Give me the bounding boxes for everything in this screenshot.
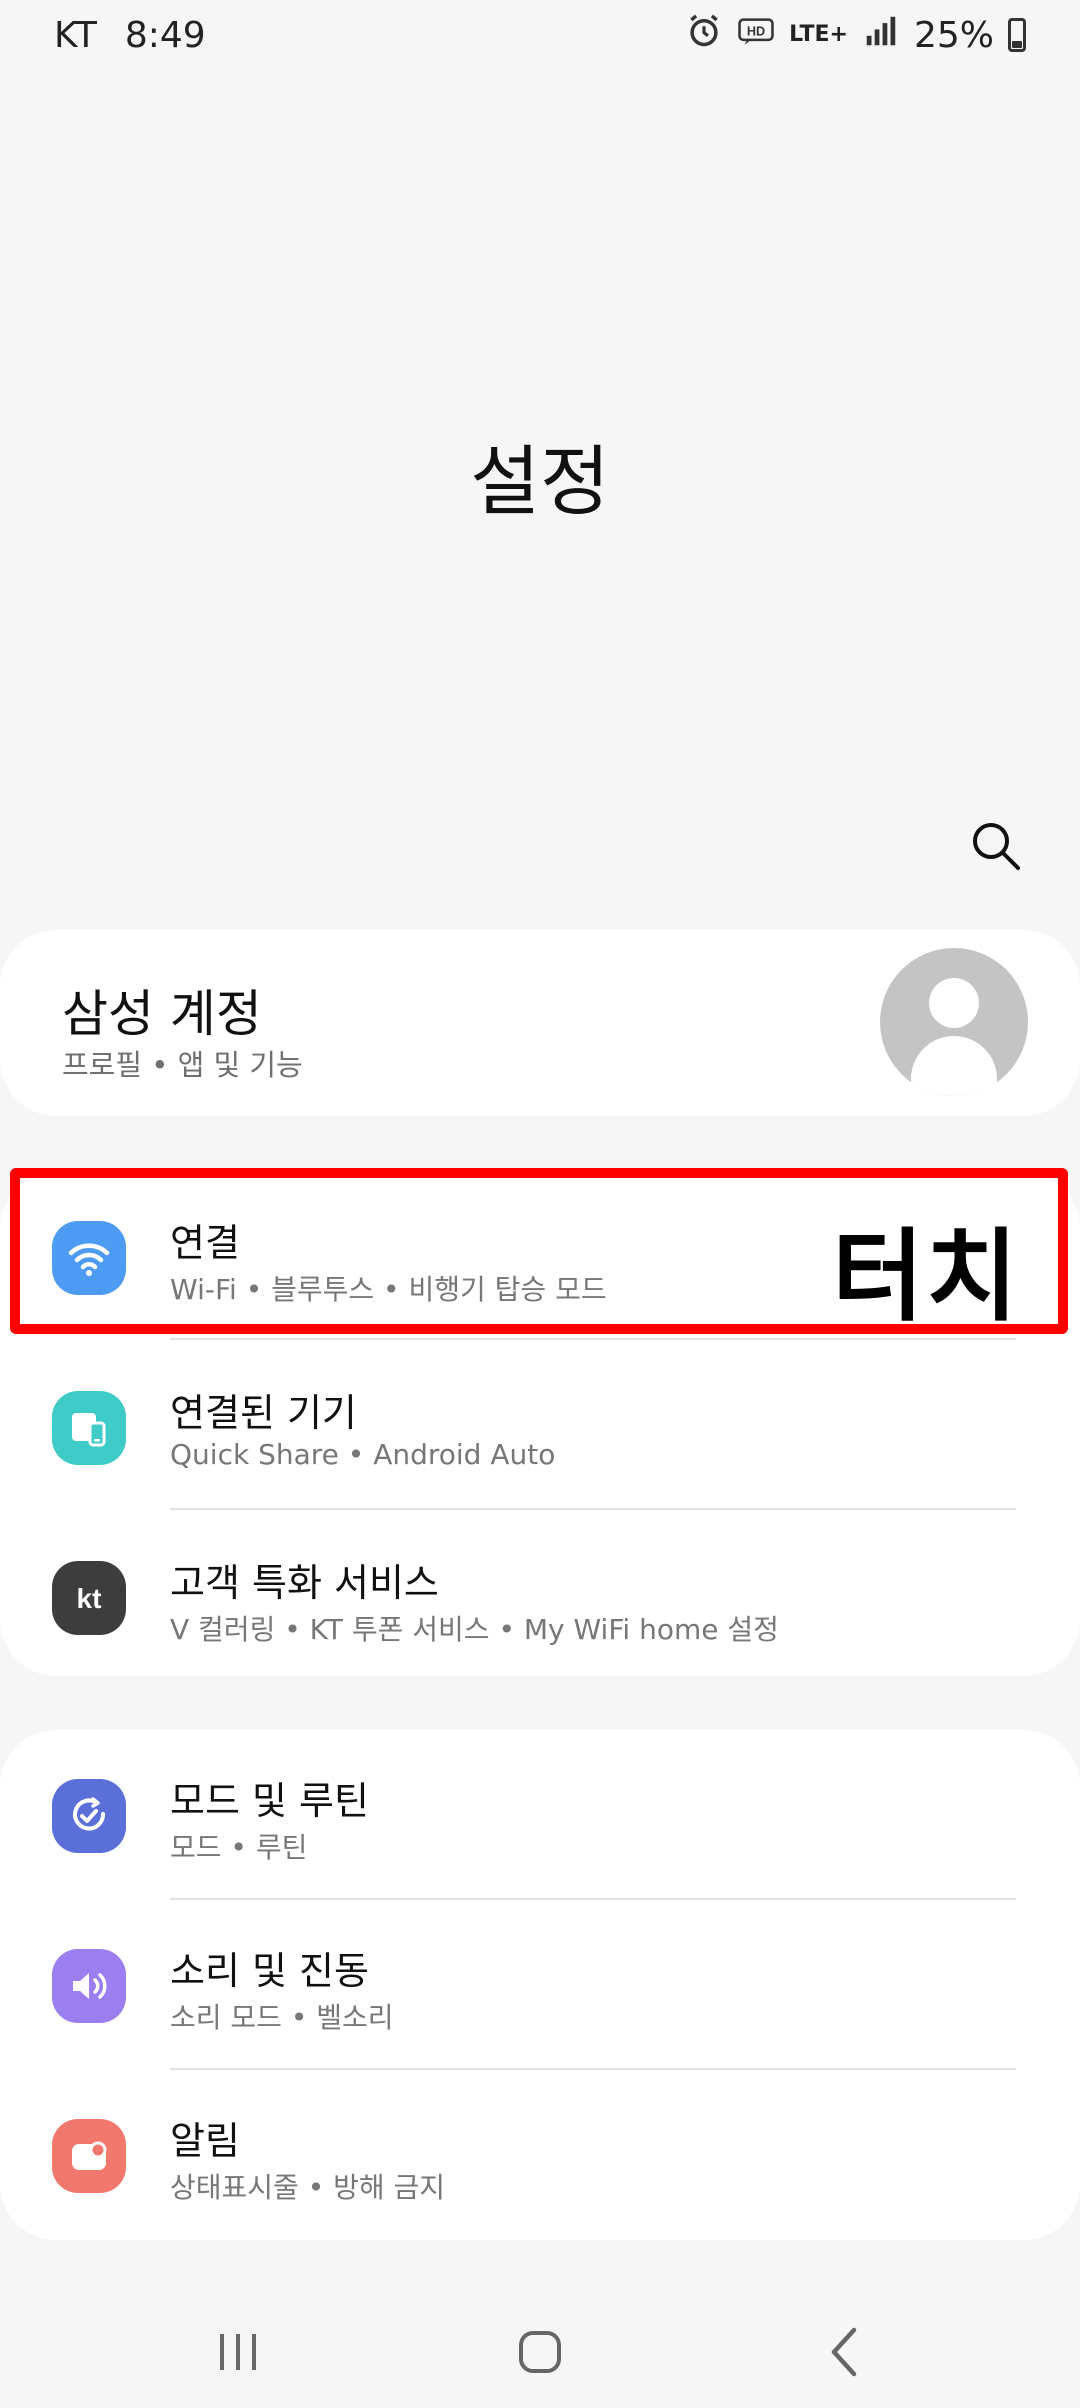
settings-item-title: 연결 [170,1221,240,1265]
avatar-icon[interactable] [880,948,1028,1096]
settings-item-subtitle: 소리 모드 • 벨소리 [170,2001,394,2034]
battery-icon [1008,18,1026,52]
settings-item-subtitle: 상태표시줄 • 방해 금지 [170,2171,446,2204]
alarm-icon [685,12,723,59]
settings-item-title: 모드 및 루틴 [170,1779,369,1823]
settings-item-customer-services[interactable]: kt 고객 특화 서비스 V 컬러링 • KT 투폰 서비스 • My WiFi… [0,1512,1080,1682]
settings-item-title: 알림 [170,2119,240,2163]
carrier-label: KT [54,14,97,56]
divider [170,1508,1016,1510]
account-subtitle: 프로필 • 앱 및 기능 [62,1048,303,1082]
settings-item-subtitle: V 컬러링 • KT 투폰 서비스 • My WiFi home 설정 [170,1613,779,1646]
network-type: LTE+ [789,22,848,47]
touch-annotation-label: 터치 [832,1218,1020,1335]
kt-logo-icon: kt [52,1561,126,1635]
wifi-icon [52,1221,126,1295]
settings-item-title: 고객 특화 서비스 [170,1561,439,1605]
back-button[interactable] [804,2312,884,2392]
settings-item-subtitle: Quick Share • Android Auto [170,1438,556,1471]
home-button[interactable] [500,2312,580,2392]
notification-icon [52,2119,126,2193]
samsung-account-card[interactable]: 삼성 계정 프로필 • 앱 및 기능 [0,930,1080,1116]
svg-text:kt: kt [77,1583,102,1614]
settings-group-modes: 모드 및 루틴 모드 • 루틴 소리 및 진동 소리 모드 • 벨소리 알림 상… [0,1730,1080,2240]
settings-item-modes-routines[interactable]: 모드 및 루틴 모드 • 루틴 [0,1730,1080,1900]
settings-item-connected-devices[interactable]: 연결된 기기 Quick Share • Android Auto [0,1342,1080,1512]
sound-icon [52,1949,126,2023]
settings-item-sound-vibration[interactable]: 소리 및 진동 소리 모드 • 벨소리 [0,1900,1080,2070]
recent-apps-button[interactable] [198,2312,278,2392]
settings-item-notifications[interactable]: 알림 상태표시줄 • 방해 금지 [0,2070,1080,2240]
status-bar: KT 8:49 HD LTE+ 25% [0,0,1080,70]
clock: 8:49 [124,14,206,56]
connected-devices-icon [52,1391,126,1465]
battery-percent: 25% [913,14,994,56]
signal-icon [862,12,900,59]
settings-item-subtitle: 모드 • 루틴 [170,1831,308,1864]
account-title: 삼성 계정 [62,985,262,1043]
modes-routines-icon [52,1779,126,1853]
settings-item-title: 소리 및 진동 [170,1949,369,1993]
search-icon[interactable] [968,818,1024,874]
page-title: 설정 [470,437,610,526]
hd-voice-icon: HD [737,12,775,59]
settings-item-title: 연결된 기기 [170,1391,357,1435]
svg-text:HD: HD [747,24,765,38]
settings-item-subtitle: Wi-Fi • 블루투스 • 비행기 탑승 모드 [170,1273,607,1306]
